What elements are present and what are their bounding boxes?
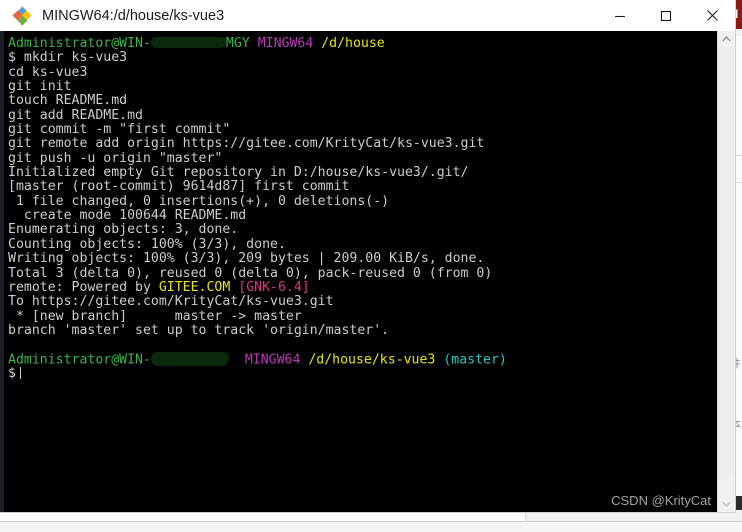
prompt-line: Administrator@WIN- MGY MINGW64 /d/house bbox=[8, 36, 717, 51]
terminal-line: Counting objects: 100% (3/3), done. bbox=[8, 236, 286, 252]
terminal-line: Writing objects: 100% (3/3), 209 bytes |… bbox=[8, 251, 485, 267]
maximize-button[interactable] bbox=[643, 0, 689, 31]
prompt-host-suffix: MGY bbox=[225, 36, 250, 51]
window-controls bbox=[597, 0, 735, 31]
minimize-icon bbox=[615, 15, 625, 17]
terminal-line: git remote add origin https://gitee.com/… bbox=[8, 136, 485, 152]
prompt-sign: $ bbox=[8, 50, 16, 66]
window-title: MINGW64:/d/house/ks-vue3 bbox=[42, 7, 225, 24]
minimize-button[interactable] bbox=[597, 0, 643, 31]
prompt-sign: $ bbox=[8, 366, 16, 382]
terminal-scrollbar[interactable] bbox=[717, 31, 735, 512]
window-titlebar[interactable]: MINGW64:/d/house/ks-vue3 bbox=[0, 0, 735, 32]
terminal-line: branch 'master' set up to track 'origin/… bbox=[8, 322, 390, 338]
prompt-path: /d/house bbox=[321, 36, 385, 51]
git-bash-icon bbox=[12, 6, 32, 25]
redacted-hostname bbox=[150, 36, 226, 48]
terminal-line: Enumerating objects: 3, done. bbox=[8, 222, 239, 238]
terminal-line: To https://gitee.com/KrityCat/ks-vue3.gi… bbox=[8, 294, 334, 310]
command-text: mkdir ks-vue3 bbox=[23, 50, 128, 66]
shell-label: MINGW64 bbox=[257, 36, 314, 51]
terminal-output[interactable]: Administrator@WIN- MGY MINGW64 /d/house $… bbox=[4, 31, 717, 512]
terminal-line: * [new branch] master -> master bbox=[8, 308, 302, 324]
terminal-body: Administrator@WIN- MGY MINGW64 /d/house $… bbox=[0, 31, 735, 512]
terminal-line: 1 file changed, 0 insertions(+), 0 delet… bbox=[8, 193, 390, 209]
text-cursor bbox=[19, 367, 22, 380]
prompt-line: Administrator@WIN- MINGW64 /d/house/ks-v… bbox=[8, 351, 717, 368]
background-taskbar bbox=[0, 521, 742, 532]
terminal-line: git commit -m "first commit" bbox=[8, 122, 231, 138]
git-branch-indicator: (master) bbox=[443, 352, 507, 368]
prompt-path: /d/house/ks-vue3 bbox=[308, 352, 436, 368]
chevron-up-icon bbox=[722, 36, 731, 42]
redacted-hostname bbox=[150, 351, 229, 365]
terminal-line: Total 3 (delta 0), reused 0 (delta 0), p… bbox=[8, 265, 493, 281]
chevron-down-icon bbox=[722, 501, 731, 507]
scroll-down-button[interactable] bbox=[718, 496, 735, 512]
terminal-line: create mode 100644 README.md bbox=[8, 208, 247, 224]
maximize-icon bbox=[660, 10, 672, 21]
close-icon bbox=[706, 10, 718, 21]
close-button[interactable] bbox=[689, 0, 735, 31]
gnk-tag: [GNK-6.4] bbox=[238, 279, 310, 295]
terminal-line: touch README.md bbox=[8, 93, 128, 109]
remote-prefix: remote: Powered by bbox=[8, 279, 159, 295]
prompt-user: Administrator@WIN- bbox=[8, 352, 151, 368]
git-bash-window: MINGW64:/d/house/ks-vue3 Administrator@W… bbox=[0, 0, 735, 512]
terminal-line: git push -u origin "master" bbox=[8, 150, 223, 166]
scroll-up-button[interactable] bbox=[718, 31, 735, 47]
prompt-user: Administrator@WIN- bbox=[8, 36, 151, 51]
terminal-line: git add README.md bbox=[8, 107, 143, 123]
csdn-watermark: CSDN @KrityCat bbox=[611, 493, 711, 508]
gitee-label: GITEE.COM bbox=[158, 279, 231, 295]
scrollbar-thumb[interactable] bbox=[719, 47, 734, 477]
terminal-remote-line: remote: Powered by GITEE.COM [GNK-6.4] bbox=[8, 279, 717, 295]
terminal-input-line[interactable]: $ bbox=[8, 367, 717, 381]
terminal-line: Initialized empty Git repository in D:/h… bbox=[8, 165, 469, 181]
terminal-command-line: $ mkdir ks-vue3 bbox=[8, 51, 717, 65]
terminal-line: cd ks-vue3 bbox=[8, 64, 88, 80]
terminal-line: git init bbox=[8, 79, 72, 95]
shell-label: MINGW64 bbox=[244, 352, 301, 368]
terminal-line: [master (root-commit) 9614d87] first com… bbox=[8, 179, 350, 195]
